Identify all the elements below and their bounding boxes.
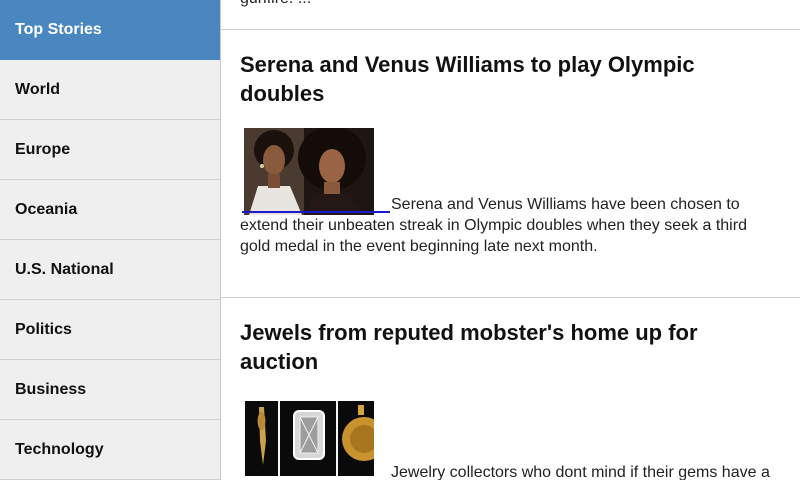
- divider: [221, 297, 800, 298]
- sidebar-item-label: Top Stories: [15, 20, 102, 38]
- sidebar-nav: Top Stories World Europe Oceania U.S. Na…: [0, 0, 221, 480]
- article-thumbnail[interactable]: [244, 128, 374, 215]
- sidebar-item-label: Europe: [15, 140, 71, 158]
- app-root: Top Stories World Europe Oceania U.S. Na…: [0, 0, 800, 480]
- article-thumbnail[interactable]: [244, 401, 374, 476]
- sidebar-item-label: Business: [15, 380, 87, 398]
- summary-line: extend their unbeaten streak in Olympic …: [240, 217, 747, 234]
- sidebar-item-europe[interactable]: Europe: [0, 120, 220, 180]
- sidebar-item-world[interactable]: World: [0, 60, 220, 120]
- jewels-image: [244, 401, 374, 476]
- article-headline[interactable]: Serena and Venus Williams to play Olympi…: [240, 50, 785, 108]
- article-summary: Jewelry collectors who dont mind if thei…: [391, 462, 791, 480]
- divider: [221, 29, 800, 30]
- article-summary: Serena and Venus Williams have been chos…: [391, 194, 791, 215]
- photo-image: [244, 128, 374, 215]
- headline-line: auction: [240, 349, 319, 374]
- summary-line: gold medal in the event beginning late n…: [240, 238, 598, 255]
- sidebar-item-top-stories[interactable]: Top Stories: [0, 0, 220, 60]
- sidebar-item-oceania[interactable]: Oceania: [0, 180, 220, 240]
- sidebar-item-politics[interactable]: Politics: [0, 300, 220, 360]
- previous-article-snippet: gunfire. ...: [240, 0, 311, 8]
- summary-line: Serena and Venus Williams have been chos…: [391, 196, 740, 213]
- headline-line: Serena and Venus Williams to play Olympi…: [240, 52, 695, 77]
- sidebar-item-label: World: [15, 80, 61, 98]
- sidebar-item-label: Politics: [15, 320, 72, 338]
- article-item: Jewels from reputed mobster's home up fo…: [240, 318, 785, 376]
- article-summary: extend their unbeaten streak in Olympic …: [240, 215, 800, 257]
- headline-line: doubles: [240, 81, 325, 106]
- article-item: Serena and Venus Williams to play Olympi…: [240, 50, 785, 108]
- article-headline[interactable]: Jewels from reputed mobster's home up fo…: [240, 318, 785, 376]
- sidebar-item-business[interactable]: Business: [0, 360, 220, 420]
- thumbnail-link-underline: [242, 211, 390, 213]
- sidebar-item-label: Technology: [15, 440, 104, 458]
- sidebar-item-us-national[interactable]: U.S. National: [0, 240, 220, 300]
- summary-line: Jewelry collectors who dont mind if thei…: [391, 464, 770, 480]
- sidebar-item-technology[interactable]: Technology: [0, 420, 220, 480]
- sidebar-item-label: Oceania: [15, 200, 78, 218]
- sidebar-item-label: U.S. National: [15, 260, 114, 278]
- headline-line: Jewels from reputed mobster's home up fo…: [240, 320, 698, 345]
